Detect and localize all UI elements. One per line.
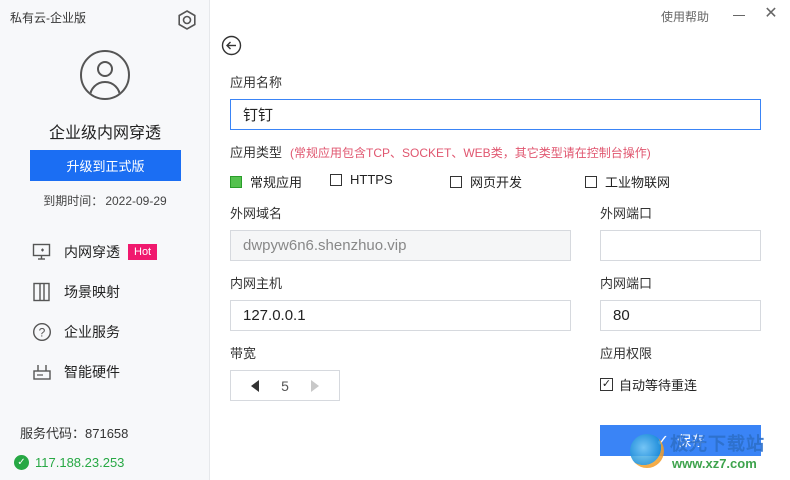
internal-port-field[interactable]: 80 [600, 300, 761, 331]
hot-badge: Hot [128, 244, 158, 260]
bandwidth-value: 5 [281, 377, 289, 394]
internal-host-label: 内网主机 [230, 276, 283, 291]
radio-unselected [330, 173, 342, 186]
save-label: 保存 [677, 432, 706, 449]
radio-unselected [450, 175, 462, 188]
internal-host-field[interactable]: 127.0.0.1 [230, 300, 571, 331]
gear-icon[interactable] [176, 9, 198, 31]
help-link[interactable]: 使用帮助 [661, 8, 709, 25]
type-option-web-dev[interactable]: 网页开发 [450, 172, 522, 191]
external-domain-field: dwpyw6n6.shenzhuo.vip [230, 230, 571, 261]
permission-label: 应用权限 [600, 346, 653, 361]
app-name-label: 应用名称 [230, 75, 283, 90]
type-option-https[interactable]: HTTPS [330, 172, 393, 187]
close-button[interactable]: ✕ [763, 6, 779, 22]
sidebar-item-tunnel[interactable]: 内网穿透 Hot [32, 240, 158, 264]
layout-icon [32, 282, 52, 302]
minimize-button[interactable] [731, 8, 747, 22]
watermark-line2: www.xz7.com [672, 456, 757, 471]
expire-value: 2022-09-29 [105, 194, 167, 208]
type-option-label: 网页开发 [470, 175, 523, 190]
service-code-label: 服务代码： [20, 426, 86, 441]
type-option-iot[interactable]: 工业物联网 [585, 172, 670, 191]
monitor-icon [32, 242, 52, 262]
upgrade-button[interactable]: 升级到正式版 [30, 150, 181, 181]
svg-text:?: ? [39, 325, 46, 339]
ip-address: 117.188.23.253 [35, 455, 125, 470]
save-button[interactable]: ✓ 保存 [600, 425, 761, 456]
back-arrow-icon[interactable] [221, 35, 242, 56]
auto-reconnect-label: 自动等待重连 [619, 378, 698, 393]
radio-unselected [585, 175, 597, 188]
type-option-general[interactable]: 常规应用 [230, 172, 302, 191]
sidebar: 私有云-企业版 企业级内网穿透 升级到正式版 到期时间： 2022-09-29 内… [0, 0, 210, 480]
sidebar-item-label: 企业服务 [64, 324, 120, 340]
product-name: 企业级内网穿透 [48, 125, 161, 142]
bandwidth-label: 带宽 [230, 346, 257, 361]
radio-selected [230, 175, 242, 188]
sidebar-item-label: 场景映射 [64, 284, 120, 300]
expire-label: 到期时间： [43, 194, 104, 208]
ip-status: ✓ 117.188.23.253 [14, 455, 124, 470]
external-domain-label: 外网域名 [230, 206, 283, 221]
type-option-label: 常规应用 [250, 175, 303, 190]
app-name-input[interactable]: 钉钉 [230, 99, 761, 130]
sidebar-item-smart-hardware[interactable]: 智能硬件 [32, 360, 120, 384]
type-option-label: 工业物联网 [605, 175, 671, 190]
sidebar-item-label: 智能硬件 [64, 364, 120, 380]
service-code: 服务代码：871658 [20, 423, 128, 442]
checkbox-checked-icon: ✓ [600, 378, 613, 391]
sidebar-item-label: 内网穿透 [64, 244, 120, 260]
service-code-value: 871658 [85, 426, 129, 441]
online-check-icon: ✓ [14, 455, 29, 470]
sidebar-item-scene-mapping[interactable]: 场景映射 [32, 280, 120, 304]
app-type-label: 应用类型 [230, 145, 283, 160]
increment-arrow-icon[interactable] [310, 379, 319, 392]
internal-port-label: 内网端口 [600, 276, 653, 291]
external-port-label: 外网端口 [600, 206, 653, 221]
app-title: 私有云-企业版 [10, 11, 86, 25]
avatar[interactable] [80, 50, 130, 100]
type-option-label: HTTPS [350, 172, 393, 187]
auto-reconnect-checkbox[interactable]: ✓ 自动等待重连 [600, 375, 697, 394]
router-icon [32, 362, 52, 382]
decrement-arrow-icon[interactable] [251, 379, 259, 392]
bandwidth-stepper[interactable]: 5 [230, 370, 340, 401]
app-type-note: (常规应用包含TCP、SOCKET、WEB类，其它类型请在控制台操作) [290, 146, 651, 160]
external-port-field[interactable] [600, 230, 761, 261]
sidebar-item-enterprise-service[interactable]: ? 企业服务 [32, 320, 120, 344]
app-type-row: 应用类型 (常规应用包含TCP、SOCKET、WEB类，其它类型请在控制台操作) [230, 142, 651, 161]
expire-date: 到期时间： 2022-09-29 [0, 192, 210, 209]
check-icon: ✓ [655, 432, 670, 450]
question-icon: ? [32, 322, 52, 342]
